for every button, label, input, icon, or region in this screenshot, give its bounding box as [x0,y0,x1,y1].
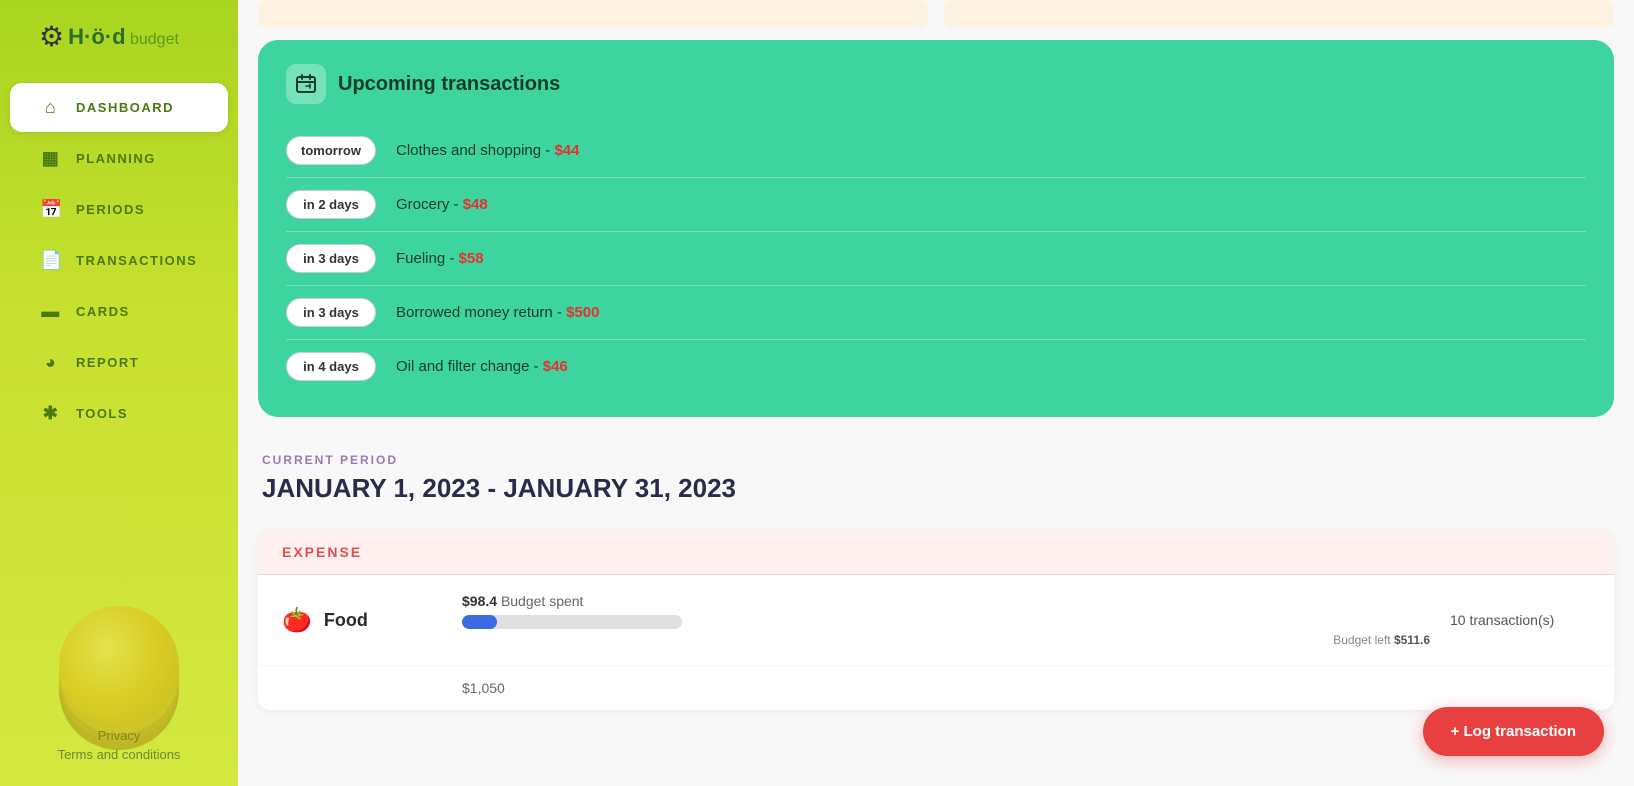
period-dates: JANUARY 1, 2023 - JANUARY 31, 2023 [262,473,1610,504]
transaction-amount-0: $44 [554,142,579,159]
transaction-row-4: in 4 days Oil and filter change - $46 [286,340,1586,393]
transactions-icon: 📄 [40,250,62,271]
budget-spent-label: Budget spent [501,593,584,609]
upcoming-title: Upcoming transactions [338,73,560,96]
transaction-amount-4: $46 [543,358,568,375]
planning-icon: ▦ [40,148,62,169]
cards-icon: ▬ [40,301,62,322]
sidebar-label-tools: TOOLS [76,406,128,421]
budget-spent-text: $98.4 Budget spent [462,593,1430,609]
sidebar-footer: Privacy Terms and conditions [58,728,181,766]
time-badge-0: tomorrow [286,136,376,165]
transaction-desc-4: Oil and filter change - $46 [396,358,568,375]
log-transaction-button[interactable]: + Log transaction [1423,707,1604,756]
sidebar-label-report: REPORT [76,355,139,370]
expense-header: EXPENSE [258,530,1614,575]
transaction-amount-3: $500 [566,304,599,321]
transaction-row-3: in 3 days Borrowed money return - $500 [286,286,1586,340]
sidebar-label-transactions: TRANSACTIONS [76,253,197,268]
sidebar-item-tools[interactable]: ✱ TOOLS [10,389,228,438]
partial-budget-area: $1,050 [462,680,1590,696]
tools-icon: ✱ [40,403,62,424]
log-transaction-label: + Log transaction [1451,723,1576,740]
partial-expense-row: $1,050 [258,666,1614,710]
partial-budget-text: $1,050 [462,680,1590,696]
time-badge-1: in 2 days [286,190,376,219]
sidebar-item-planning[interactable]: ▦ PLANNING [10,134,228,183]
period-section: CURRENT PERIOD JANUARY 1, 2023 - JANUARY… [238,429,1634,530]
upcoming-header: Upcoming transactions [286,64,1586,104]
sidebar-label-cards: CARDS [76,304,130,319]
time-badge-2: in 3 days [286,244,376,273]
budget-bar-background [462,615,682,629]
sidebar-item-cards[interactable]: ▬ CARDS [10,287,228,336]
transaction-amount-1: $48 [463,196,488,213]
period-label: CURRENT PERIOD [262,453,1610,467]
sidebar-label-dashboard: DASHBOARD [76,100,174,115]
sidebar-item-transactions[interactable]: 📄 TRANSACTIONS [10,236,228,285]
privacy-link[interactable]: Privacy [58,728,181,743]
transaction-row-0: tomorrow Clothes and shopping - $44 [286,124,1586,178]
logo-sub-text: budget [130,31,179,48]
top-card-right [944,0,1614,28]
home-icon: ⌂ [40,97,62,118]
transactions-count: 10 transaction(s) [1450,612,1590,628]
budget-spent-amount: $98.4 [462,593,497,609]
sidebar-item-report[interactable]: ◕ REPORT [10,338,228,387]
transaction-desc-3: Borrowed money return - $500 [396,304,599,321]
budget-bar-fill [462,615,497,629]
transaction-desc-1: Grocery - $48 [396,196,488,213]
expense-food-name: Food [324,610,368,631]
transaction-row-1: in 2 days Grocery - $48 [286,178,1586,232]
food-icon: 🍅 [282,606,312,635]
periods-icon: 📅 [40,199,62,220]
sidebar-item-periods[interactable]: 📅 PERIODS [10,185,228,234]
top-card-left [258,0,928,28]
expense-budget-area: $98.4 Budget spent Budget left $511.6 [462,593,1430,647]
upcoming-transactions-section: Upcoming transactions tomorrow Clothes a… [258,40,1614,417]
sidebar: ⚙ H·ö·d budget ⌂ DASHBOARD ▦ PLANNING 📅 … [0,0,238,786]
report-icon: ◕ [40,352,62,373]
budget-left-amount: $511.6 [1394,633,1430,647]
transaction-row-2: in 3 days Fueling - $58 [286,232,1586,286]
transaction-desc-0: Clothes and shopping - $44 [396,142,579,159]
sidebar-label-planning: PLANNING [76,151,156,166]
budget-left-text: Budget left $511.6 [462,633,1430,647]
app-logo: ⚙ H·ö·d budget [39,20,199,53]
logo-main-text: H·ö·d [68,24,125,49]
time-badge-4: in 4 days [286,352,376,381]
nav-list: ⌂ DASHBOARD ▦ PLANNING 📅 PERIODS 📄 TRANS… [0,83,238,438]
expense-section: EXPENSE 🍅 Food $98.4 Budget spent Budget… [258,530,1614,710]
terms-link[interactable]: Terms and conditions [58,747,181,762]
expense-food-label: 🍅 Food [282,606,442,635]
main-content: Upcoming transactions tomorrow Clothes a… [238,0,1634,786]
sidebar-label-periods: PERIODS [76,202,145,217]
calendar-icon [286,64,326,104]
time-badge-3: in 3 days [286,298,376,327]
expense-row-food: 🍅 Food $98.4 Budget spent Budget left $5… [258,575,1614,666]
logo-icon: ⚙ [39,20,64,53]
top-cards-partial [238,0,1634,28]
budget-left-label: Budget left [1333,633,1390,647]
sidebar-decoration [10,526,228,726]
transaction-amount-2: $58 [459,250,484,267]
sidebar-item-dashboard[interactable]: ⌂ DASHBOARD [10,83,228,132]
transaction-desc-2: Fueling - $58 [396,250,484,267]
